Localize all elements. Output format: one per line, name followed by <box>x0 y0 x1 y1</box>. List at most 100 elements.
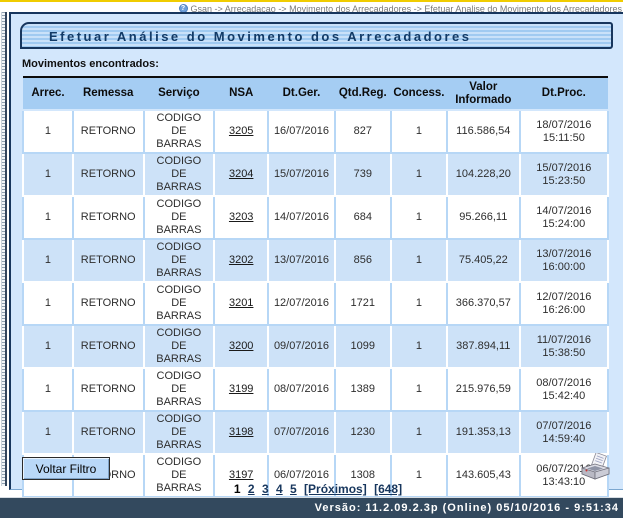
cell-remessa: RETORNO <box>73 239 144 282</box>
cell-qtd-reg: 1099 <box>335 325 391 368</box>
cell-valor: 215.976,59 <box>447 368 520 411</box>
column-header-5: Qtd.Reg. <box>335 77 391 110</box>
page-link[interactable]: 4 <box>276 482 283 496</box>
nsa-link[interactable]: 3205 <box>229 125 253 137</box>
cell-servico: CODIGO DE BARRAS <box>144 325 215 368</box>
cell-dt-ger: 08/07/2016 <box>268 368 335 411</box>
column-header-7: Valor Informado <box>447 77 520 110</box>
cell-concess: 1 <box>391 325 447 368</box>
dt-proc-date: 15/07/2016 <box>524 162 604 175</box>
cell-arrec: 1 <box>23 196 73 239</box>
dt-proc-time: 15:11:50 <box>524 132 604 145</box>
cell-concess: 1 <box>391 368 447 411</box>
dt-proc-time: 16:26:00 <box>524 304 604 317</box>
cell-arrec: 1 <box>23 110 73 153</box>
page-current: 1 <box>234 482 241 496</box>
nsa-link[interactable]: 3203 <box>229 211 253 223</box>
cell-concess: 1 <box>391 153 447 196</box>
cell-nsa: 3199 <box>214 368 268 411</box>
nsa-link[interactable]: 3204 <box>229 168 253 180</box>
nsa-link[interactable]: 3201 <box>229 297 253 309</box>
cell-valor: 116.586,54 <box>447 110 520 153</box>
cell-qtd-reg: 739 <box>335 153 391 196</box>
cell-remessa: RETORNO <box>73 325 144 368</box>
nsa-link[interactable]: 3202 <box>229 254 253 266</box>
column-header-1: Remessa <box>73 77 144 110</box>
gsan-window: ? Gsan -> Arrecadacao -> Movimento dos A… <box>0 0 623 518</box>
cell-dt-proc: 15/07/201615:23:50 <box>520 153 608 196</box>
cell-arrec: 1 <box>23 368 73 411</box>
cell-valor: 191.353,13 <box>447 411 520 454</box>
table-row: 1RETORNOCODIGO DE BARRAS320009/07/201610… <box>23 325 608 368</box>
cell-nsa: 3201 <box>214 282 268 325</box>
cell-servico: CODIGO DE BARRAS <box>144 282 215 325</box>
back-filter-button[interactable]: Voltar Filtro <box>22 457 110 480</box>
cell-qtd-reg: 856 <box>335 239 391 282</box>
page-link[interactable]: [648] <box>374 482 402 496</box>
cell-qtd-reg: 1721 <box>335 282 391 325</box>
cell-concess: 1 <box>391 239 447 282</box>
cell-dt-ger: 12/07/2016 <box>268 282 335 325</box>
cell-arrec: 1 <box>23 239 73 282</box>
cell-servico: CODIGO DE BARRAS <box>144 110 215 153</box>
nsa-link[interactable]: 3200 <box>229 340 253 352</box>
cell-concess: 1 <box>391 110 447 153</box>
cell-dt-proc: 07/07/201614:59:40 <box>520 411 608 454</box>
dt-proc-time: 15:23:50 <box>524 175 604 188</box>
dt-proc-time: 15:24:00 <box>524 218 604 231</box>
table-row: 1RETORNOCODIGO DE BARRAS320213/07/201685… <box>23 239 608 282</box>
cell-qtd-reg: 1230 <box>335 411 391 454</box>
dt-proc-date: 11/07/2016 <box>524 334 604 347</box>
movements-table: Arrec.RemessaServiçoNSADt.Ger.Qtd.Reg.Co… <box>22 76 609 518</box>
cell-dt-proc: 12/07/201616:26:00 <box>520 282 608 325</box>
column-header-2: Serviço <box>144 77 215 110</box>
dt-proc-time: 15:42:40 <box>524 390 604 403</box>
cell-nsa: 3200 <box>214 325 268 368</box>
cell-dt-proc: 18/07/201615:11:50 <box>520 110 608 153</box>
cell-servico: CODIGO DE BARRAS <box>144 239 215 282</box>
cell-servico: CODIGO DE BARRAS <box>144 196 215 239</box>
footer-bar: Versão: 11.2.09.2.3p (Online) 05/10/2016… <box>0 497 623 518</box>
cell-remessa: RETORNO <box>73 110 144 153</box>
nsa-link[interactable]: 3199 <box>229 383 253 395</box>
cell-arrec: 1 <box>23 282 73 325</box>
table-row: 1RETORNOCODIGO DE BARRAS319908/07/201613… <box>23 368 608 411</box>
cell-arrec: 1 <box>23 411 73 454</box>
cell-arrec: 1 <box>23 153 73 196</box>
cell-valor: 75.405,22 <box>447 239 520 282</box>
column-header-4: Dt.Ger. <box>268 77 335 110</box>
nsa-link[interactable]: 3198 <box>229 426 253 438</box>
cell-dt-proc: 14/07/201615:24:00 <box>520 196 608 239</box>
left-frame-edge[interactable] <box>1 12 7 486</box>
dt-proc-date: 13/07/2016 <box>524 248 604 261</box>
cell-qtd-reg: 684 <box>335 196 391 239</box>
dt-proc-date: 08/07/2016 <box>524 377 604 390</box>
cell-remessa: RETORNO <box>73 411 144 454</box>
cell-dt-proc: 13/07/201616:00:00 <box>520 239 608 282</box>
cell-remessa: RETORNO <box>73 153 144 196</box>
page-link[interactable]: 3 <box>262 482 269 496</box>
pagination: 1 2 3 4 5 [Próximos] [648] <box>11 482 623 496</box>
cell-servico: CODIGO DE BARRAS <box>144 153 215 196</box>
column-header-8: Dt.Proc. <box>520 77 608 110</box>
dt-proc-date: 18/07/2016 <box>524 119 604 132</box>
table-header: Arrec.RemessaServiçoNSADt.Ger.Qtd.Reg.Co… <box>23 77 608 110</box>
page-link[interactable]: [Próximos] <box>304 482 367 496</box>
cell-dt-ger: 13/07/2016 <box>268 239 335 282</box>
column-header-6: Concess. <box>391 77 447 110</box>
cell-nsa: 3205 <box>214 110 268 153</box>
table-row: 1RETORNOCODIGO DE BARRAS320415/07/201673… <box>23 153 608 196</box>
cell-concess: 1 <box>391 282 447 325</box>
dt-proc-time: 16:00:00 <box>524 261 604 274</box>
cell-dt-proc: 11/07/201615:38:50 <box>520 325 608 368</box>
table-row: 1RETORNOCODIGO DE BARRAS320516/07/201682… <box>23 110 608 153</box>
page-link[interactable]: 5 <box>290 482 297 496</box>
printer-icon[interactable] <box>578 453 612 485</box>
page-link[interactable]: 2 <box>248 482 255 496</box>
main-panel: Efetuar Análise do Movimento dos Arrecad… <box>9 12 623 490</box>
cell-valor: 387.894,11 <box>447 325 520 368</box>
dt-proc-date: 14/07/2016 <box>524 205 604 218</box>
dt-proc-date: 07/07/2016 <box>524 420 604 433</box>
dt-proc-time: 14:59:40 <box>524 433 604 446</box>
cell-servico: CODIGO DE BARRAS <box>144 411 215 454</box>
